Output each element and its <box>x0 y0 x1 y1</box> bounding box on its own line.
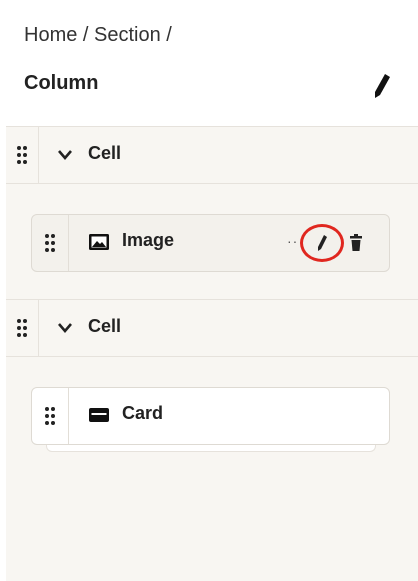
block-item-card[interactable]: Card <box>31 387 390 445</box>
pencil-icon <box>318 235 327 251</box>
drag-handle-icon[interactable] <box>32 215 69 271</box>
chevron-down-icon[interactable] <box>56 147 74 163</box>
block-label: Card <box>122 403 164 423</box>
breadcrumb[interactable]: Home / Section / <box>24 24 172 47</box>
delete-block-button[interactable] <box>348 233 364 253</box>
chevron-down-icon[interactable] <box>56 320 74 336</box>
edit-column-button[interactable] <box>372 72 392 100</box>
more-options-button[interactable]: ·· <box>287 233 298 249</box>
image-icon <box>88 232 110 252</box>
trash-icon <box>350 234 362 251</box>
page-title: Column <box>24 72 99 94</box>
cell-header[interactable]: Cell <box>6 127 418 184</box>
drag-handle-icon[interactable] <box>6 300 39 356</box>
cell-label: Cell <box>88 316 122 336</box>
block-item-image[interactable]: Image ·· <box>31 214 390 272</box>
column-panel: Cell Image ·· Cell Card <box>6 126 418 581</box>
drag-handle-icon[interactable] <box>6 127 39 183</box>
card-icon <box>88 405 110 425</box>
cell-header[interactable]: Cell <box>6 299 418 357</box>
cell-label: Cell <box>88 143 122 163</box>
edit-block-button[interactable] <box>300 224 344 262</box>
pencil-icon <box>375 74 390 98</box>
drag-handle-icon[interactable] <box>32 388 69 444</box>
block-label: Image <box>122 230 175 250</box>
